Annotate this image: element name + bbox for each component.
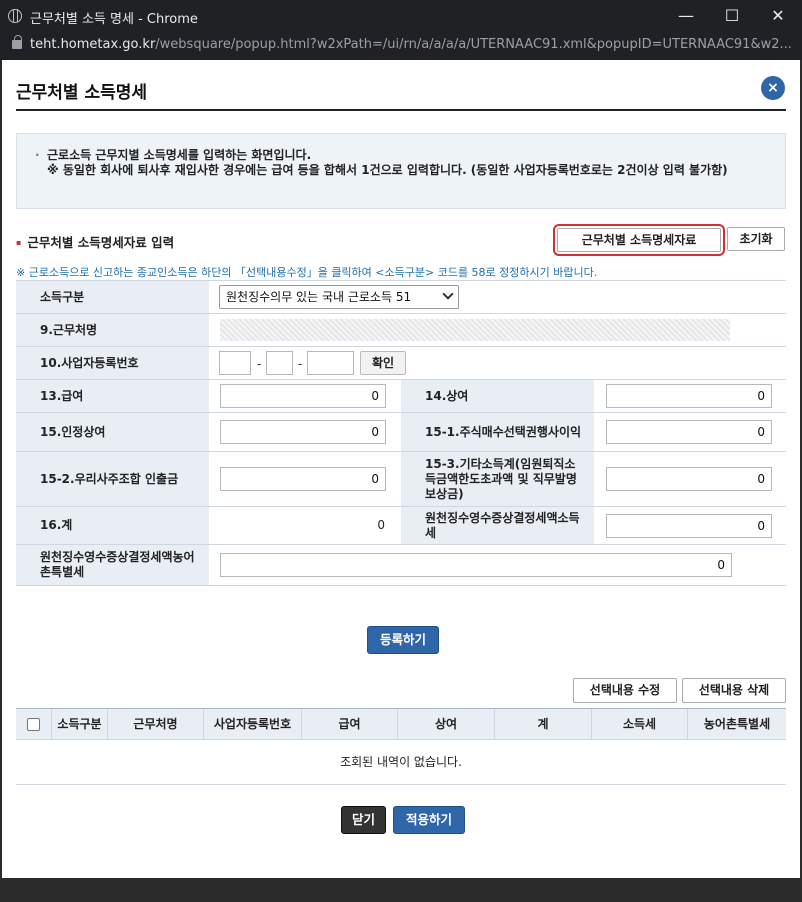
bizno-confirm-button[interactable]: 확인 <box>360 351 406 375</box>
col-income-tax: 소득세 <box>592 709 688 739</box>
workplace-label: 9.근무처명 <box>16 314 209 346</box>
section-title: 근무처별 소득명세자료 입력 <box>16 232 174 251</box>
window-close-button[interactable]: ✕ <box>755 0 801 32</box>
row-bizno: 10.사업자등록번호 - - 확인 <box>16 347 786 380</box>
notice-text: ※ 근로소득으로 신고하는 종교인소득은 하단의 「선택내용수정」을 클릭하여 … <box>16 266 598 279</box>
window-bottom-edge <box>0 878 802 902</box>
rural-tax-label: 원천징수영수증상결정세액농어촌특별세 <box>16 545 209 585</box>
col-rural-tax: 농어촌특별세 <box>703 717 771 731</box>
bizno-part1-input[interactable] <box>219 351 251 375</box>
row-salary-bonus: 13.급여 0 14.상여 0 <box>16 380 786 413</box>
income-tax-input[interactable]: 0 <box>606 514 772 538</box>
bizno-part2-input[interactable] <box>266 351 293 375</box>
col-workplace: 근무처명 <box>108 709 204 739</box>
title-divider <box>16 109 786 111</box>
row-workplace: 9.근무처명 <box>16 314 786 347</box>
bonus-input[interactable]: 0 <box>606 384 772 408</box>
info-box: 근로소득 근무지별 소득명세를 입력하는 화면입니다. ※ 동일한 회사에 퇴사… <box>16 133 786 209</box>
grid-select-all-cell <box>16 709 52 739</box>
workplace-name-field <box>220 319 730 341</box>
chevron-down-icon <box>442 288 454 300</box>
income-type-select[interactable]: 원천징수의무 있는 국내 근로소득 51 <box>219 285 459 309</box>
bizno-part3-input[interactable] <box>307 351 354 375</box>
grid-header: 소득구분 근무처명 사업자등록번호 급여 상여 계 소득세 농어촌특별세 <box>16 708 786 740</box>
row-income-type: 소득구분 원천징수의무 있는 국내 근로소득 51 <box>16 281 786 314</box>
popup-close-button[interactable]: × <box>761 76 785 100</box>
col-salary: 급여 <box>302 709 398 739</box>
select-all-checkbox[interactable] <box>27 718 40 731</box>
income-type-value: 원천징수의무 있는 국내 근로소득 51 <box>226 290 412 304</box>
register-button[interactable]: 등록하기 <box>367 626 439 654</box>
globe-icon <box>8 9 22 23</box>
income-type-label: 소득구분 <box>16 281 209 313</box>
close-icon: × <box>767 80 779 96</box>
recognized-bonus-input[interactable]: 0 <box>220 420 386 444</box>
apply-button[interactable]: 적용하기 <box>393 806 465 834</box>
recognized-bonus-label: 15.인정상여 <box>16 413 209 451</box>
info-line-2: ※ 동일한 회사에 퇴사후 재입사한 경우에는 급여 등을 합해서 1건으로 입… <box>47 163 728 177</box>
url-host: teht.hometax.go.kr <box>30 37 156 52</box>
reset-button[interactable]: 초기화 <box>727 227 785 251</box>
stock-option-label: 15-1.주식매수선택권행사이익 <box>401 413 594 451</box>
row-esop-other: 15-2.우리사주조합 인출금 0 15-3.기타소득계(임원퇴직소득금액한도초… <box>16 452 786 507</box>
income-form: 소득구분 원천징수의무 있는 국내 근로소득 51 9.근무처명 10.사업자등… <box>16 280 786 586</box>
bizno-dash-2: - <box>298 357 303 371</box>
url-path: /websquare/popup.html?w2xPath=/ui/rn/a/a… <box>155 37 792 52</box>
grid-empty-message: 조회된 내역이 없습니다. <box>16 740 786 785</box>
edit-selected-button[interactable]: 선택내용 수정 <box>573 678 677 703</box>
total-value: 0 <box>377 518 385 532</box>
url-text[interactable]: teht.hometax.go.kr/websquare/popup.html?… <box>30 37 795 52</box>
minimize-button[interactable]: — <box>663 0 709 32</box>
row-rural-tax: 원천징수영수증상결정세액농어촌특별세 0 <box>16 545 786 586</box>
popup-page: 근무처별 소득명세 × 근로소득 근무지별 소득명세를 입력하는 화면입니다. … <box>2 60 800 878</box>
bizno-dash-1: - <box>257 357 262 371</box>
row-recognized-stock: 15.인정상여 0 15-1.주식매수선택권행사이익 0 <box>16 413 786 452</box>
popup-title: 근무처별 소득명세 <box>16 83 148 103</box>
col-total: 계 <box>495 709 592 739</box>
col-bonus: 상여 <box>398 709 495 739</box>
lock-icon <box>12 35 22 49</box>
total-label: 16.계 <box>16 507 209 544</box>
info-line-1: 근로소득 근무지별 소득명세를 입력하는 화면입니다. <box>35 148 785 163</box>
salary-input[interactable]: 0 <box>220 384 386 408</box>
other-income-input[interactable]: 0 <box>606 467 772 491</box>
close-button[interactable]: 닫기 <box>341 806 386 834</box>
salary-label: 13.급여 <box>16 380 209 412</box>
esop-label: 15-2.우리사주조합 인출금 <box>16 452 209 506</box>
col-income-type: 소득구분 <box>52 709 108 739</box>
rural-tax-input[interactable]: 0 <box>220 553 732 577</box>
income-tax-label: 원천징수영수증상결정세액소득세 <box>401 507 594 544</box>
address-bar[interactable]: teht.hometax.go.kr/websquare/popup.html?… <box>0 32 802 60</box>
row-total-tax: 16.계 0 원천징수영수증상결정세액소득세 0 <box>16 507 786 545</box>
other-income-label: 15-3.기타소득계(임원퇴직소득금액한도초과액 및 직무발명보상금) <box>401 452 594 506</box>
bonus-label: 14.상여 <box>401 380 594 412</box>
stock-option-input[interactable]: 0 <box>606 420 772 444</box>
window-title: 근무처별 소득 명세 - Chrome <box>30 12 198 27</box>
col-bizno: 사업자등록번호 <box>204 709 302 739</box>
delete-selected-button[interactable]: 선택내용 삭제 <box>682 678 786 703</box>
esop-input[interactable]: 0 <box>220 467 386 491</box>
browser-titlebar: 근무처별 소득 명세 - Chrome — ☐ ✕ <box>0 0 802 32</box>
maximize-button[interactable]: ☐ <box>709 0 755 32</box>
bizno-label: 10.사업자등록번호 <box>16 347 209 379</box>
fetch-income-statement-button[interactable]: 근무처별 소득명세자료 <box>553 224 725 256</box>
